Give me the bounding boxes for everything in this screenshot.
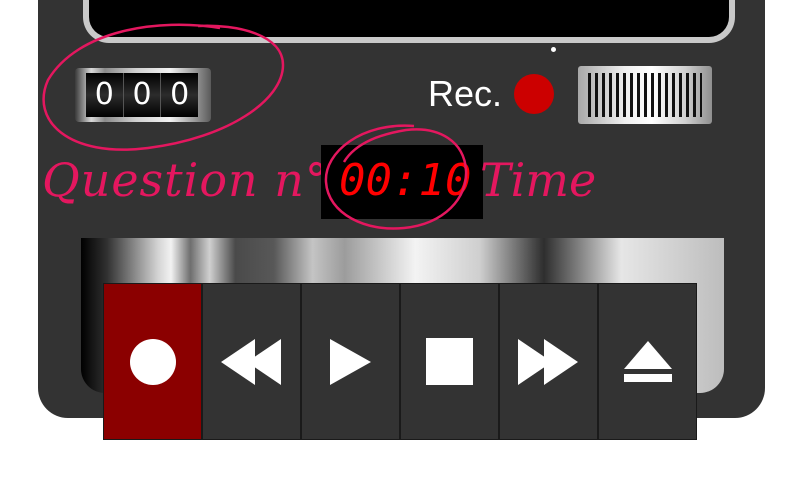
time-annotation: Time [480,153,597,207]
rec-label: Rec. [428,73,503,114]
record-circle-icon [129,338,176,385]
eject-icon [623,340,672,382]
fast-forward-button[interactable] [499,283,598,440]
play-icon [329,338,371,385]
rewind-icon [220,338,281,385]
recording-light [514,74,554,114]
eject-button[interactable] [598,283,697,440]
level-meter-bars [588,73,702,117]
indicator-dot [551,47,556,52]
question-number-annotation: Question n° [42,153,329,207]
counter-digit-units: 0 [161,73,199,117]
display-screen [83,0,735,43]
stop-button[interactable] [400,283,499,440]
question-counter: 0 0 0 [75,68,211,122]
timer-display: 00:10 [321,145,483,219]
fast-forward-icon [517,338,578,385]
level-meter [578,66,712,124]
record-button[interactable] [103,283,202,440]
counter-digit-tens: 0 [123,73,162,117]
counter-window: 0 0 0 [86,73,199,117]
transport-controls [103,283,697,440]
timer-readout: 00:10 [339,155,472,206]
rewind-button[interactable] [202,283,301,440]
stop-icon [426,338,473,385]
counter-digit-hundreds: 0 [86,73,124,117]
play-button[interactable] [301,283,400,440]
